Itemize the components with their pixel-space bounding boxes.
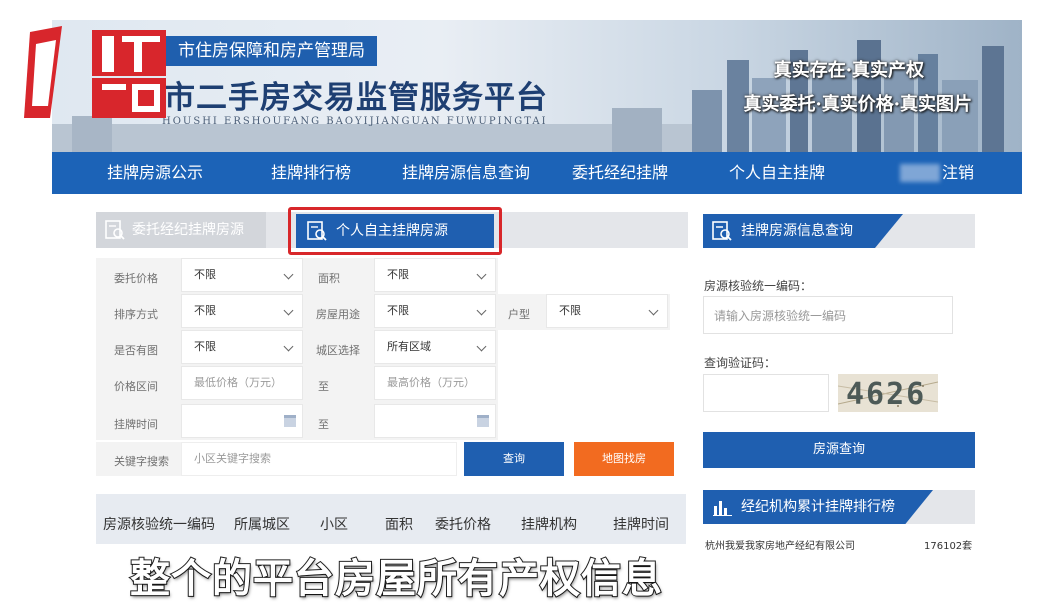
chevron-down-icon bbox=[476, 341, 487, 352]
usage-select[interactable]: 不限 bbox=[374, 294, 496, 328]
nav-ranking[interactable]: 挂牌排行榜 bbox=[271, 152, 351, 194]
bureau-name: 市住房保障和房产管理局 bbox=[160, 36, 377, 66]
screenshot-stage: 市住房保障和房产管理局 市二手房交易监管服务平台 HOUSHI ERSHOUFA… bbox=[0, 0, 1064, 609]
layout-value: 不限 bbox=[559, 304, 581, 317]
calendar-icon[interactable] bbox=[477, 415, 489, 427]
area-label: 面积 bbox=[318, 272, 340, 285]
logout-link[interactable]: 注销 bbox=[942, 152, 974, 194]
highlight-box bbox=[288, 207, 502, 255]
search-document-icon bbox=[105, 220, 125, 240]
platform-title: 市二手房交易监管服务平台 bbox=[164, 80, 548, 116]
commission-price-select[interactable]: 不限 bbox=[181, 258, 303, 292]
district-label: 城区选择 bbox=[316, 344, 360, 357]
header-banner: 市住房保障和房产管理局 市二手房交易监管服务平台 HOUSHI ERSHOUFA… bbox=[52, 20, 1022, 152]
max-price-input[interactable]: 最高价格（万元） bbox=[374, 366, 496, 400]
nav-agent-listing[interactable]: 委托经纪挂牌 bbox=[572, 152, 668, 194]
keyword-input[interactable]: 小区关键字搜索 bbox=[181, 442, 457, 476]
calendar-icon[interactable] bbox=[284, 415, 296, 427]
usage-label: 房屋用途 bbox=[316, 308, 360, 321]
layout-select[interactable]: 不限 bbox=[546, 294, 668, 328]
main-nav: 挂牌房源公示 挂牌排行榜 挂牌房源信息查询 委托经纪挂牌 个人自主挂牌 注销 bbox=[52, 152, 1022, 194]
rank-row-value: 176102套 bbox=[924, 541, 973, 552]
captcha-label: 查询验证码： bbox=[704, 356, 777, 370]
slogan-line-2: 真实委托·真实价格·真实图片 bbox=[743, 94, 972, 115]
chevron-down-icon bbox=[476, 269, 487, 280]
min-price-input[interactable]: 最低价格（万元） bbox=[181, 366, 303, 400]
code-input[interactable]: 请输入房源核验统一编码 bbox=[703, 296, 953, 334]
listing-time-to: 至 bbox=[318, 418, 329, 431]
map-search-button[interactable]: 地图找房 bbox=[574, 442, 674, 476]
platform-pinyin: HOUSHI ERSHOUFANG BAOYIJIANGUAN FUWUPING… bbox=[162, 116, 548, 127]
rank-title-text: 经纪机构累计挂牌排行榜 bbox=[741, 499, 895, 515]
price-range-to: 至 bbox=[318, 380, 329, 393]
area-value: 不限 bbox=[387, 268, 409, 281]
captcha-noise: 4626 bbox=[838, 377, 938, 412]
nav-info-query[interactable]: 挂牌房源信息查询 bbox=[402, 152, 530, 194]
commission-price-value: 不限 bbox=[194, 268, 216, 281]
chevron-down-icon bbox=[648, 305, 659, 316]
code-label: 房源核验统一编码： bbox=[704, 279, 813, 293]
nav-listing-public[interactable]: 挂牌房源公示 bbox=[107, 152, 203, 194]
video-channel-logo bbox=[24, 26, 166, 118]
blurred-username bbox=[900, 164, 940, 182]
layout-label: 户型 bbox=[508, 308, 530, 321]
has-photos-select[interactable]: 不限 bbox=[181, 330, 303, 364]
district-select[interactable]: 所有区域 bbox=[374, 330, 496, 364]
search-document-icon bbox=[712, 221, 732, 241]
nav-personal-listing[interactable]: 个人自主挂牌 bbox=[729, 152, 825, 194]
chevron-down-icon bbox=[283, 269, 294, 280]
sort-value: 不限 bbox=[194, 304, 216, 317]
has-photos-label: 是否有图 bbox=[114, 344, 158, 357]
district-value: 所有区域 bbox=[387, 340, 431, 353]
sort-label: 排序方式 bbox=[114, 308, 158, 321]
area-select[interactable]: 不限 bbox=[374, 258, 496, 292]
listing-start-date-input[interactable] bbox=[181, 404, 303, 438]
video-caption: 整个的平台房屋所有产权信息 bbox=[129, 555, 663, 603]
tab-agent-label: 委托经纪挂牌房源 bbox=[132, 222, 244, 238]
listing-end-date-input[interactable] bbox=[374, 404, 496, 438]
price-range-label: 价格区间 bbox=[114, 380, 158, 393]
tab-agent-listing[interactable]: 委托经纪挂牌房源 bbox=[96, 212, 266, 248]
info-query-title-text: 挂牌房源信息查询 bbox=[741, 223, 853, 239]
captcha-image[interactable]: 4626 bbox=[838, 374, 938, 412]
house-search-button[interactable]: 房源查询 bbox=[703, 432, 975, 468]
usage-value: 不限 bbox=[387, 304, 409, 317]
has-photos-value: 不限 bbox=[194, 340, 216, 353]
listing-time-label: 挂牌时间 bbox=[114, 418, 158, 431]
slogan-line-1: 真实存在·真实产权 bbox=[773, 60, 924, 81]
query-button[interactable]: 查询 bbox=[464, 442, 564, 476]
info-query-title: 挂牌房源信息查询 bbox=[703, 214, 903, 248]
chevron-down-icon bbox=[283, 305, 294, 316]
captcha-text: 4626 bbox=[846, 377, 926, 412]
commission-price-label: 委托价格 bbox=[114, 272, 158, 285]
chevron-down-icon bbox=[283, 341, 294, 352]
sort-select[interactable]: 不限 bbox=[181, 294, 303, 328]
chevron-down-icon bbox=[476, 305, 487, 316]
captcha-input[interactable] bbox=[703, 374, 829, 412]
bar-chart-icon bbox=[713, 501, 732, 516]
rank-title: 经纪机构累计挂牌排行榜 bbox=[703, 490, 933, 524]
keyword-label: 关键字搜索 bbox=[114, 455, 169, 468]
rank-row-name: 杭州我爱我家房地产经纪有限公司 bbox=[705, 541, 855, 552]
